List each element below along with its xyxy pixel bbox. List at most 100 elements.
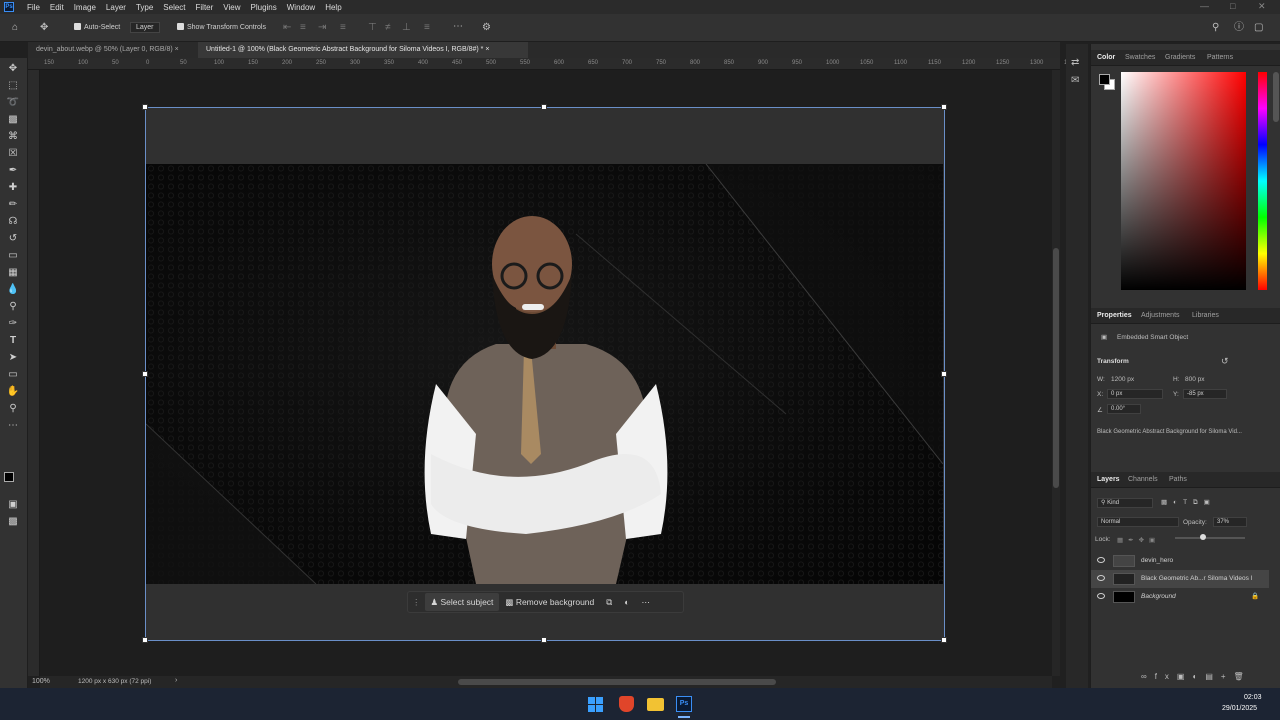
transform-handle-right[interactable]	[941, 371, 947, 377]
menu-image[interactable]: Image	[69, 3, 101, 12]
y-position-field[interactable]: -85 px	[1183, 389, 1227, 399]
drag-handle-icon[interactable]: ⋮	[408, 597, 425, 608]
move-tool-preset-icon[interactable]: ✥	[40, 23, 48, 33]
menu-window[interactable]: Window	[282, 3, 320, 12]
transform-handle-bottom-right[interactable]	[941, 637, 947, 643]
stamp-tool-icon[interactable]: ☊	[6, 215, 20, 229]
distribute-icon[interactable]: ≡	[340, 23, 346, 33]
crop-tool-icon[interactable]: ⌘	[6, 130, 20, 144]
object-selection-tool-icon[interactable]: ▩	[6, 113, 20, 127]
layer-name[interactable]: devin_hero	[1141, 557, 1173, 564]
transform-handle-top-right[interactable]	[941, 104, 947, 110]
photoshop-logo-icon[interactable]: Ps	[4, 2, 14, 12]
more-tools-icon[interactable]: ⋯	[6, 419, 20, 433]
menu-layer[interactable]: Layer	[101, 3, 131, 12]
quick-mask-icon[interactable]: ▣	[6, 498, 20, 512]
height-value[interactable]: 800 px	[1185, 376, 1205, 383]
foreground-color-swatch[interactable]	[4, 472, 14, 482]
restore-icon[interactable]: □	[1230, 1, 1235, 11]
align-top-icon[interactable]: ⊤	[368, 23, 377, 33]
layers-footer-icons[interactable]: ∞fx▣◐▤+🗑	[1141, 672, 1280, 684]
blur-tool-icon[interactable]: 💧	[6, 283, 20, 297]
frame-tool-icon[interactable]: ☒	[6, 147, 20, 161]
more-options-icon[interactable]: ⋯	[453, 22, 463, 32]
close-icon[interactable]: ✕	[1258, 1, 1266, 12]
hand-tool-icon[interactable]: ✋	[6, 385, 20, 399]
vertical-scroll-thumb[interactable]	[1053, 248, 1059, 488]
zoom-tool-icon[interactable]: ⚲	[6, 402, 20, 416]
tab-paths[interactable]: Paths	[1169, 476, 1187, 483]
transform-handle-bottom-left[interactable]	[142, 637, 148, 643]
reset-transform-icon[interactable]: ↺	[1221, 356, 1229, 367]
opacity-slider-track[interactable]	[1175, 537, 1245, 539]
marquee-tool-icon[interactable]: ⬚	[6, 79, 20, 93]
menu-view[interactable]: View	[218, 3, 245, 12]
align-bottom-icon[interactable]: ⊥	[402, 23, 411, 33]
eyedropper-tool-icon[interactable]: ✒	[6, 164, 20, 178]
home-icon[interactable]: ⌂	[12, 23, 18, 33]
align-right-icon[interactable]: ⇥	[318, 23, 326, 33]
help-icon[interactable]: ⓘ	[1234, 23, 1244, 33]
brush-tool-icon[interactable]: ✏	[6, 198, 20, 212]
history-brush-icon[interactable]: ↺	[6, 232, 20, 246]
color-picker-field[interactable]	[1121, 72, 1246, 290]
move-tool-icon[interactable]: ✥	[6, 62, 20, 76]
width-value[interactable]: 1200 px	[1111, 376, 1134, 383]
file-explorer-icon[interactable]	[647, 698, 664, 711]
clock-time[interactable]: 02:03	[1244, 694, 1262, 701]
search-icon[interactable]: ⚲	[1212, 23, 1219, 33]
tab-properties[interactable]: Properties	[1097, 312, 1132, 319]
visibility-eye-icon[interactable]	[1097, 593, 1105, 599]
more-options-icon[interactable]: ⋯	[635, 593, 656, 611]
windows-start-icon[interactable]	[588, 697, 603, 712]
brave-browser-icon[interactable]	[619, 696, 634, 712]
menu-filter[interactable]: Filter	[191, 3, 219, 12]
healing-brush-icon[interactable]: ✚	[6, 181, 20, 195]
angle-field[interactable]: 0.00°	[1107, 404, 1141, 414]
tab-swatches[interactable]: Swatches	[1125, 54, 1155, 61]
vertical-scrollbar[interactable]	[1052, 70, 1060, 676]
visibility-eye-icon[interactable]	[1097, 557, 1105, 563]
lock-icons[interactable]: ▦✒✥▣	[1117, 536, 1160, 544]
tab-adjustments[interactable]: Adjustments	[1141, 312, 1180, 319]
transform-handle-bottom[interactable]	[541, 637, 547, 643]
layer-row[interactable]: Black Geometric Ab...r Siloma Videos I	[1091, 570, 1269, 588]
tab-gradients[interactable]: Gradients	[1165, 54, 1195, 61]
distribute-vertical-icon[interactable]: ≡	[424, 23, 430, 33]
comments-panel-icon[interactable]: ✉	[1071, 76, 1079, 86]
hue-slider[interactable]	[1258, 72, 1267, 290]
layer-name[interactable]: Black Geometric Ab...r Siloma Videos I	[1141, 575, 1253, 582]
type-tool-icon[interactable]: T	[6, 334, 20, 348]
align-left-icon[interactable]: ⇤	[283, 23, 291, 33]
rectangle-tool-icon[interactable]: ▭	[6, 368, 20, 382]
transform-handle-top[interactable]	[541, 104, 547, 110]
tab-color[interactable]: Color	[1097, 54, 1115, 61]
gradient-tool-icon[interactable]: ▦	[6, 266, 20, 280]
path-selection-icon[interactable]: ➤	[6, 351, 20, 365]
opacity-field[interactable]: 37%	[1213, 517, 1247, 527]
photoshop-taskbar-icon[interactable]: Ps	[676, 696, 692, 712]
layer-row[interactable]: devin_hero	[1091, 552, 1269, 570]
zoom-level[interactable]: 100%	[32, 678, 50, 685]
tab-untitled-1[interactable]: Untitled-1 @ 100% (Black Geometric Abstr…	[198, 42, 528, 58]
tab-devin-about[interactable]: devin_about.webp @ 50% (Layer 0, RGB/8) …	[28, 42, 196, 58]
align-center-icon[interactable]: ≡	[300, 23, 306, 33]
menu-type[interactable]: Type	[131, 3, 158, 12]
select-subject-button[interactable]: ♟ Select subject	[424, 593, 500, 611]
opacity-slider-thumb[interactable]	[1200, 534, 1206, 540]
layer-filter-icons[interactable]: ▩◐T⧉▣	[1161, 498, 1216, 507]
layer-row[interactable]: Background 🔒	[1091, 588, 1269, 606]
menu-select[interactable]: Select	[158, 3, 190, 12]
menu-edit[interactable]: Edit	[45, 3, 69, 12]
transform-bounding-box[interactable]	[145, 107, 945, 641]
history-panel-icon[interactable]: ⇄	[1071, 58, 1079, 68]
pen-tool-icon[interactable]: ✑	[6, 317, 20, 331]
dodge-tool-icon[interactable]: ⚲	[6, 300, 20, 314]
transform-handle-left[interactable]	[142, 371, 148, 377]
blend-mode-dropdown[interactable]: Normal	[1097, 517, 1179, 527]
workspace-icon[interactable]: ▢	[1254, 23, 1263, 33]
transform-handle-top-left[interactable]	[142, 104, 148, 110]
layer-filter-kind[interactable]: ⚲ Kind	[1097, 498, 1153, 508]
color-foreground-swatch[interactable]	[1099, 74, 1110, 85]
screen-mode-icon[interactable]: ▩	[6, 515, 20, 529]
